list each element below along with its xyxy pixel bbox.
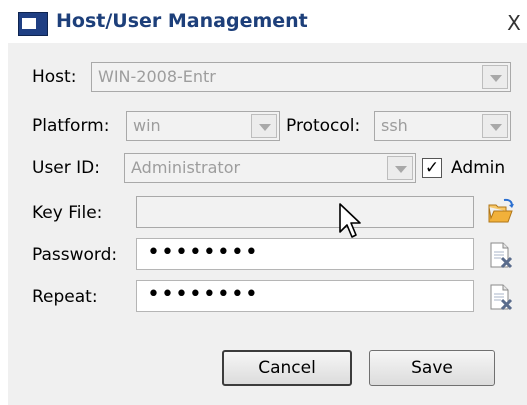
password-input[interactable]: •••••••• — [136, 238, 474, 270]
mouse-pointer-icon — [339, 203, 361, 238]
platform-select[interactable]: win — [126, 111, 280, 141]
key-file-input[interactable] — [136, 196, 474, 228]
title-bar: Host/User Management X — [8, 3, 527, 43]
admin-checkbox[interactable]: ✓ — [422, 158, 442, 178]
password-masked-value: •••••••• — [147, 240, 259, 265]
host-label: Host: — [32, 67, 77, 87]
cancel-button[interactable]: Cancel — [222, 350, 352, 386]
platform-value: win — [133, 116, 161, 135]
host-dropdown-arrow-icon[interactable] — [482, 65, 508, 89]
user-id-value: Administrator — [131, 158, 241, 177]
platform-label: Platform: — [32, 116, 110, 136]
protocol-select[interactable]: ssh — [374, 111, 511, 141]
app-window-icon — [18, 12, 48, 36]
repeat-password-input[interactable]: •••••••• — [136, 280, 474, 312]
clear-repeat-icon[interactable] — [486, 282, 516, 312]
host-user-management-dialog: Host/User Management X Host: WIN-2008-En… — [8, 3, 527, 405]
protocol-label: Protocol: — [286, 116, 361, 136]
user-id-label: User ID: — [32, 158, 100, 178]
host-value: WIN-2008-Entr — [98, 67, 216, 86]
user-id-select[interactable]: Administrator — [124, 153, 416, 183]
protocol-value: ssh — [381, 116, 408, 135]
repeat-label: Repeat: — [32, 287, 98, 307]
open-folder-icon[interactable] — [486, 197, 516, 227]
user-id-dropdown-arrow-icon[interactable] — [387, 156, 413, 180]
platform-dropdown-arrow-icon[interactable] — [251, 114, 277, 138]
window-title: Host/User Management — [56, 10, 308, 32]
host-select[interactable]: WIN-2008-Entr — [91, 62, 511, 92]
repeat-masked-value: •••••••• — [147, 282, 259, 307]
clear-password-icon[interactable] — [486, 240, 516, 270]
admin-label: Admin — [451, 158, 506, 178]
protocol-dropdown-arrow-icon[interactable] — [482, 114, 508, 138]
password-label: Password: — [32, 245, 118, 265]
key-file-label: Key File: — [32, 203, 103, 223]
close-button[interactable]: X — [501, 10, 527, 36]
save-button[interactable]: Save — [369, 350, 495, 386]
